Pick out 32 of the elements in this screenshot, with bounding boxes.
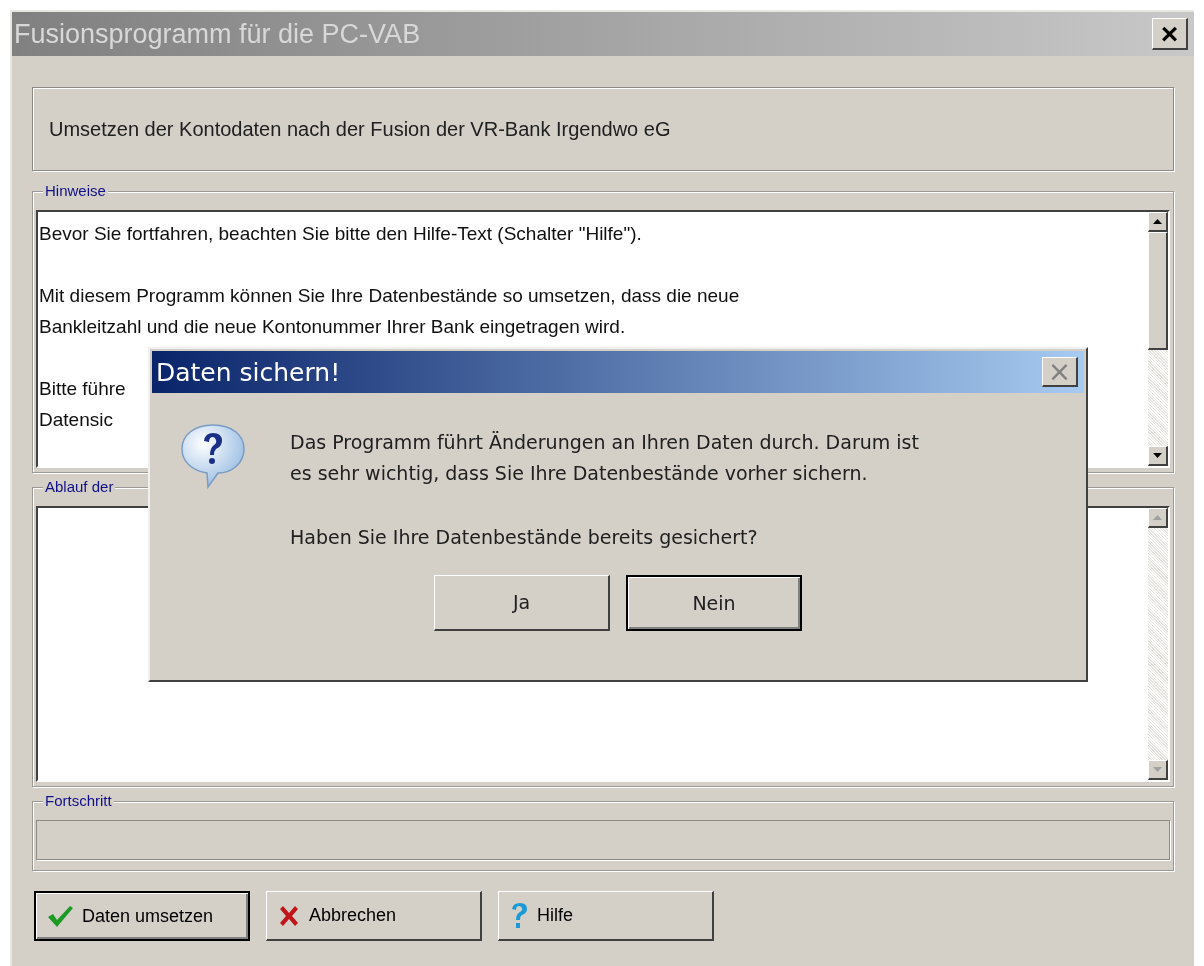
dialog-message: es sehr wichtig, dass Sie Ihre Datenbestände vorher sichern.	[290, 461, 869, 486]
question-icon	[509, 901, 529, 930]
cross-icon	[277, 903, 301, 928]
up-arrow-icon	[1153, 515, 1162, 520]
action-button[interactable]: Abbrechen	[266, 891, 482, 941]
down-arrow-icon	[1153, 453, 1162, 458]
scroll-down-button[interactable]	[1148, 760, 1168, 780]
note-line: Bevor Sie fortfahren, beachten Sie bitte den Hilfe-Text (Schalter "Hilfe").	[39, 222, 642, 246]
check-icon	[46, 904, 74, 928]
dialog-title: Daten sichern!	[156, 359, 341, 385]
note-line: Bitte führe	[39, 377, 126, 401]
header-text: Umsetzen der Kontodaten nach der Fusion der VR-Bank Irgendwo eG	[49, 117, 671, 142]
scroll-up-button[interactable]	[1148, 508, 1168, 528]
note-line: Mit diesem Programm können Sie Ihre Datenbestände so umsetzen, dass die neue	[39, 284, 740, 308]
scroll-up-button[interactable]	[1148, 212, 1168, 232]
dialog-button[interactable]: Ja	[434, 575, 610, 631]
scrollbar[interactable]	[1148, 212, 1168, 466]
window-title: Fusionsprogramm für die PC-VAB	[14, 20, 421, 48]
dialog-button[interactable]: Nein	[626, 575, 802, 631]
dialog-question: Haben Sie Ihre Datenbestände bereits gesichert?	[290, 525, 759, 550]
close-button[interactable]: ×	[1152, 18, 1188, 50]
action-button[interactable]: Hilfe	[498, 891, 714, 941]
scroll-down-button[interactable]	[1148, 446, 1168, 466]
down-arrow-icon	[1153, 767, 1162, 772]
scroll-thumb[interactable]	[1148, 232, 1168, 350]
up-arrow-icon	[1153, 219, 1162, 224]
question-bubble-icon	[180, 423, 246, 489]
dialog-message: Das Programm führt Änderungen an Ihren Daten durch. Darum ist	[290, 430, 919, 455]
note-line: Datensic	[39, 408, 113, 432]
action-button[interactable]: Daten umsetzen	[34, 891, 250, 941]
scrollbar[interactable]	[1148, 508, 1168, 780]
note-line: Bankleitzahl und die neue Kontonummer Ihrer Bank eingetragen wird.	[39, 315, 626, 339]
